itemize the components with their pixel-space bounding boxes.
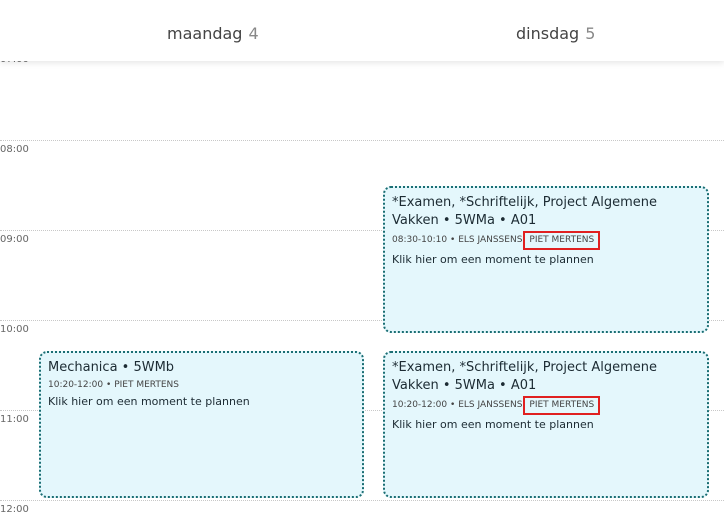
calendar-week-view: 07:00 08:00 09:00 10:00 11:00 12:00 maan… (0, 0, 724, 518)
teacher-name-highlighted: PIET MERTENS (523, 231, 601, 250)
teacher-name-highlighted: PIET MERTENS (523, 396, 601, 415)
event-meta: 10:20-12:00 • ELS JANSSENS PIET MERTENS (392, 396, 700, 415)
day-name: maandag (167, 24, 243, 43)
event-meta: 10:20-12:00 • PIET MERTENS (48, 378, 355, 392)
event-title: *Examen, *Schriftelijk, Project Algemene… (392, 360, 657, 393)
day-number: 5 (585, 24, 596, 43)
meta-separator: • (450, 235, 456, 245)
day-name: dinsdag (516, 24, 580, 43)
meta-separator: • (450, 400, 456, 410)
plan-moment-link[interactable]: Klik hier om een moment te plannen (392, 417, 700, 433)
time-label: 11:00 (0, 414, 29, 425)
time-label: 10:00 (0, 324, 29, 335)
event-time: 08:30-10:10 (392, 235, 448, 245)
event-title: *Examen, *Schriftelijk, Project Algemene… (392, 195, 657, 228)
teacher-name: PIET MERTENS (114, 380, 179, 390)
plan-moment-link[interactable]: Klik hier om een moment te plannen (392, 252, 700, 268)
plan-moment-link[interactable]: Klik hier om een moment te plannen (48, 394, 355, 410)
hour-gridline (0, 140, 724, 141)
meta-separator: • (106, 380, 112, 390)
teacher-name: ELS JANSSENS (458, 400, 523, 410)
day-header-monday[interactable]: maandag 4 (167, 24, 259, 43)
day-number: 4 (248, 24, 259, 43)
day-header-tuesday[interactable]: dinsdag 5 (516, 24, 595, 43)
hour-gridline (0, 500, 724, 501)
event-card[interactable]: *Examen, *Schriftelijk, Project Algemene… (383, 351, 709, 498)
day-header-bar: maandag 4 dinsdag 5 (0, 0, 724, 61)
event-time: 10:20-12:00 (48, 380, 104, 390)
event-card[interactable]: Mechanica • 5WMb 10:20-12:00 • PIET MERT… (39, 351, 364, 498)
time-label: 12:00 (0, 504, 29, 515)
time-label: 08:00 (0, 144, 29, 155)
event-meta: 08:30-10:10 • ELS JANSSENS PIET MERTENS (392, 231, 700, 250)
teacher-name: ELS JANSSENS (458, 235, 523, 245)
event-title: Mechanica • 5WMb (48, 360, 175, 375)
event-card[interactable]: *Examen, *Schriftelijk, Project Algemene… (383, 186, 709, 333)
event-time: 10:20-12:00 (392, 400, 448, 410)
time-label: 09:00 (0, 234, 29, 245)
